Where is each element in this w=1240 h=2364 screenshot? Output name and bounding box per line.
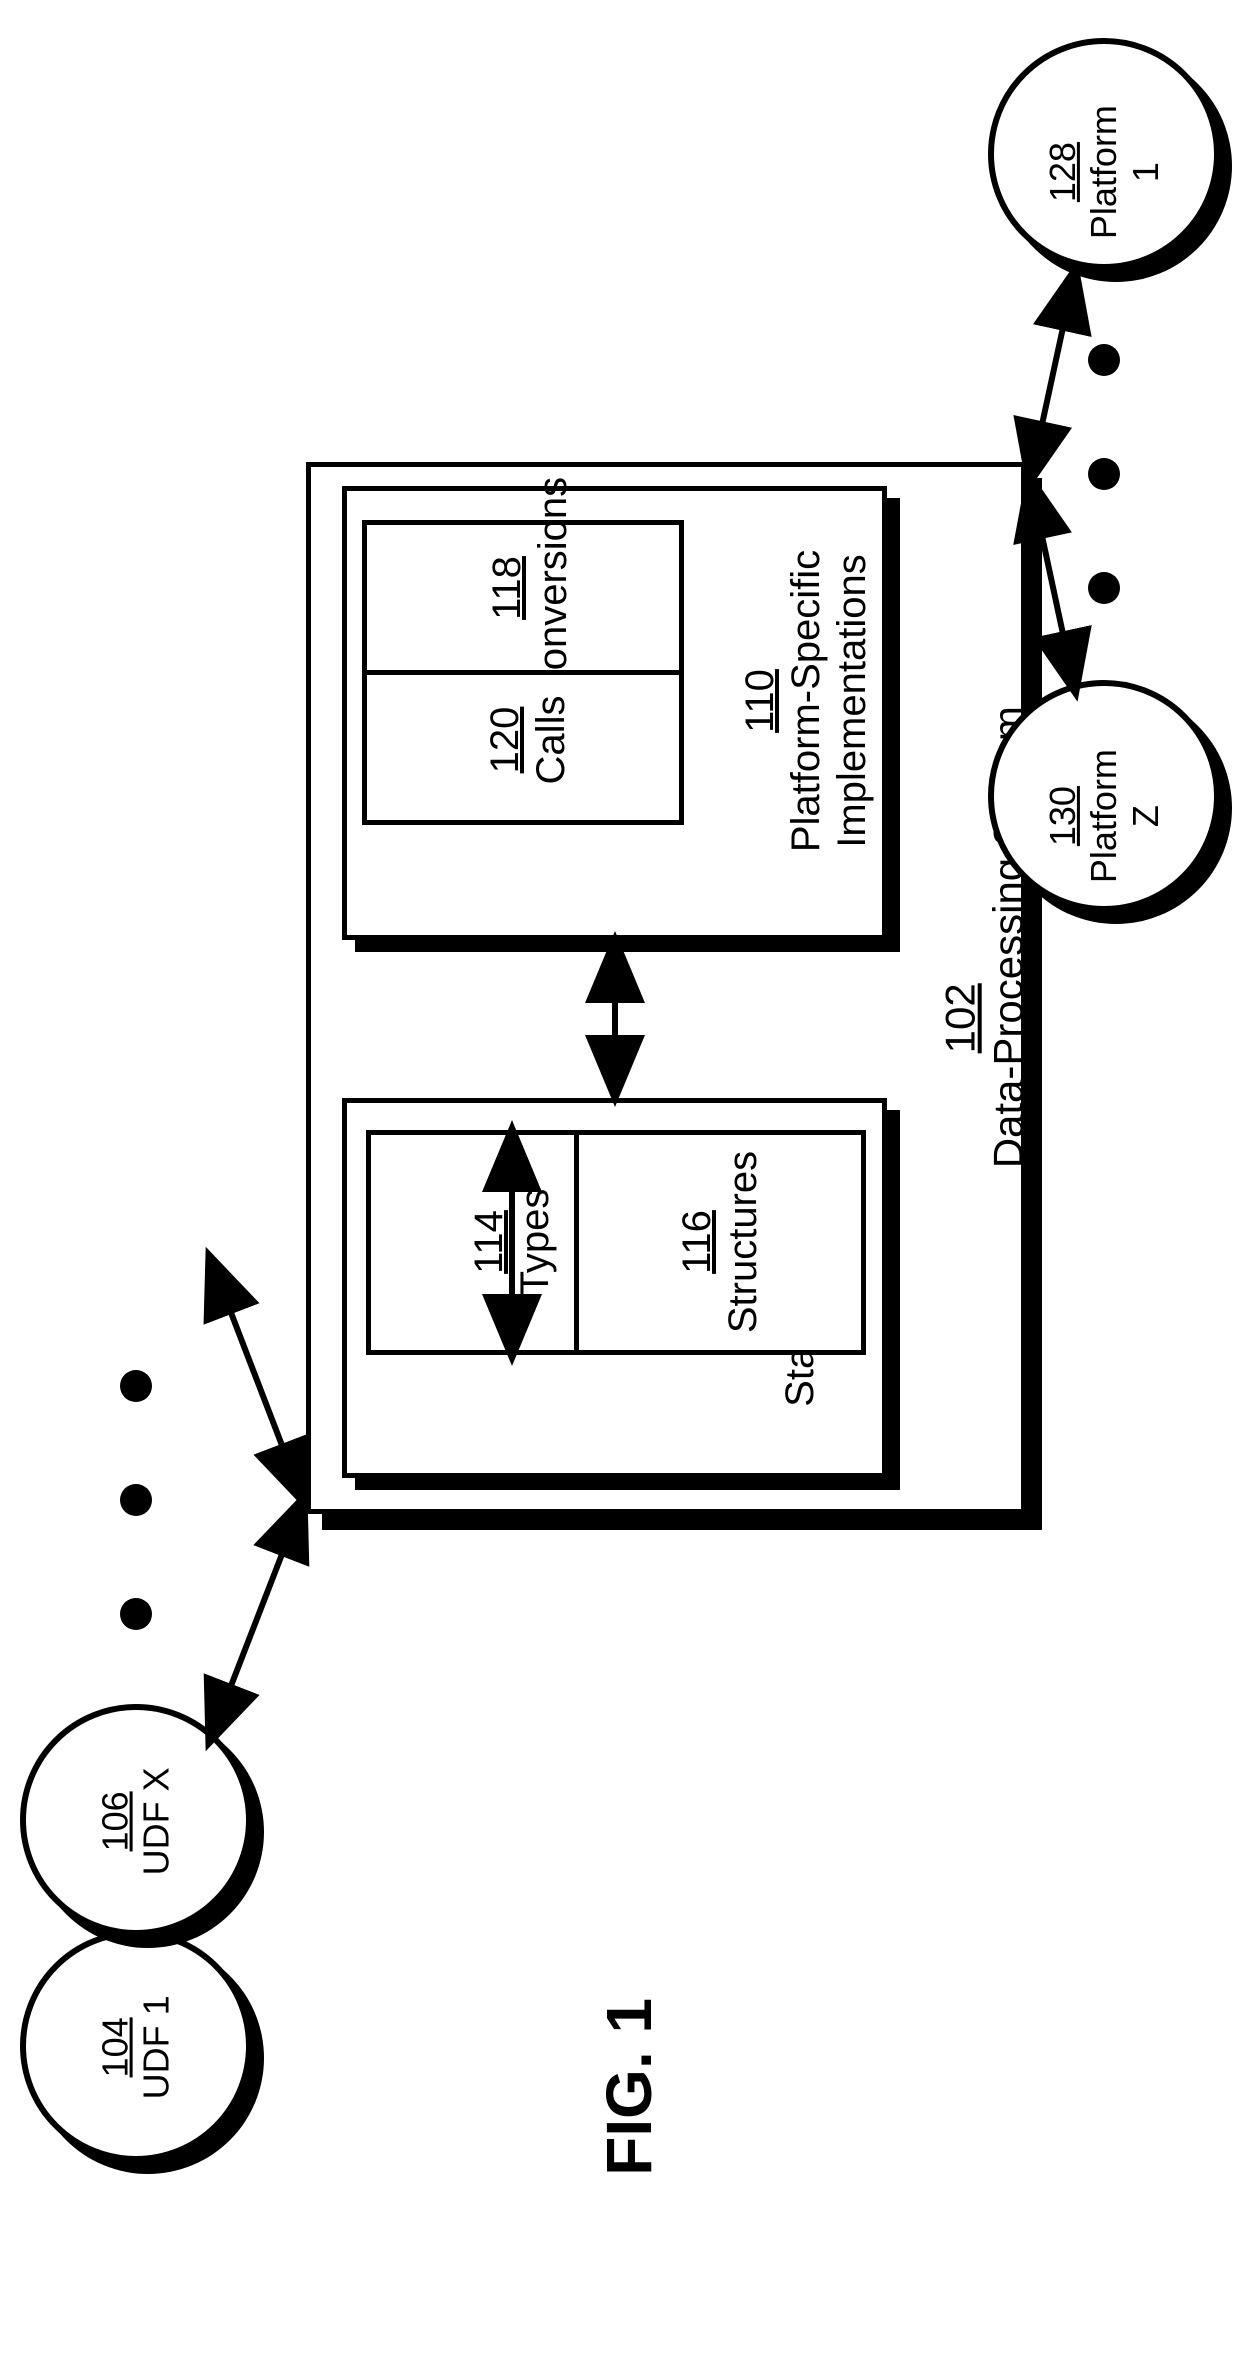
platform-impl-title-line2: Implementations [830, 554, 874, 847]
udfx-ref-final: 106 [95, 1791, 136, 1851]
system-title: 102 Data-Processing System [937, 868, 1034, 1168]
platform1-label: 128 Platform 1 [1042, 56, 1166, 288]
calls-text: Calls [529, 696, 573, 785]
system-ref: 102 [937, 983, 984, 1053]
dot-udf-2 [120, 1484, 152, 1516]
platformz-text1: Platform [1083, 749, 1124, 883]
dot-platform-1 [1088, 344, 1120, 376]
platformz-label: 130 Platform Z [1042, 700, 1166, 932]
platformz-text2: Z [1125, 805, 1166, 827]
dot-udf-1 [120, 1370, 152, 1402]
udf1-text-final: UDF 1 [136, 1995, 177, 2099]
udfx-text-final: UDF X [136, 1767, 177, 1875]
structures-label: 116 Structures [674, 1102, 766, 1382]
platform-impl-title: 110 Platform-Specific Implementations [737, 521, 875, 881]
calls-label: 120 Calls [482, 630, 574, 850]
platform-impl-ref: 110 [738, 669, 782, 733]
platform1-text2: 1 [1125, 162, 1166, 182]
udf1-ref-final: 104 [95, 2017, 136, 2077]
udf1-label-final: 104 UDF 1 [95, 1931, 178, 2163]
platform-impl-title-line1: Platform-Specific [784, 550, 828, 852]
conversions-ref: 118 [485, 556, 529, 620]
udfx-label-final: 106 UDF X [95, 1705, 178, 1937]
platformz-ref: 130 [1042, 786, 1083, 846]
types-label: 114 Types [466, 1102, 558, 1382]
types-ref: 114 [467, 1210, 511, 1274]
structures-text: Structures [721, 1151, 765, 1333]
types-text: Types [513, 1189, 557, 1296]
platform1-ref: 128 [1042, 142, 1083, 202]
diagram-page: 102 Data-Processing System 108 Standard … [0, 0, 1240, 2364]
dot-platform-3 [1088, 572, 1120, 604]
dot-udf-3 [120, 1598, 152, 1630]
figure-label: FIG. 1 [593, 1957, 667, 2217]
dot-platform-2 [1088, 458, 1120, 490]
calls-ref: 120 [483, 707, 527, 774]
structures-ref: 116 [675, 1210, 719, 1274]
platform1-text1: Platform [1083, 105, 1124, 239]
